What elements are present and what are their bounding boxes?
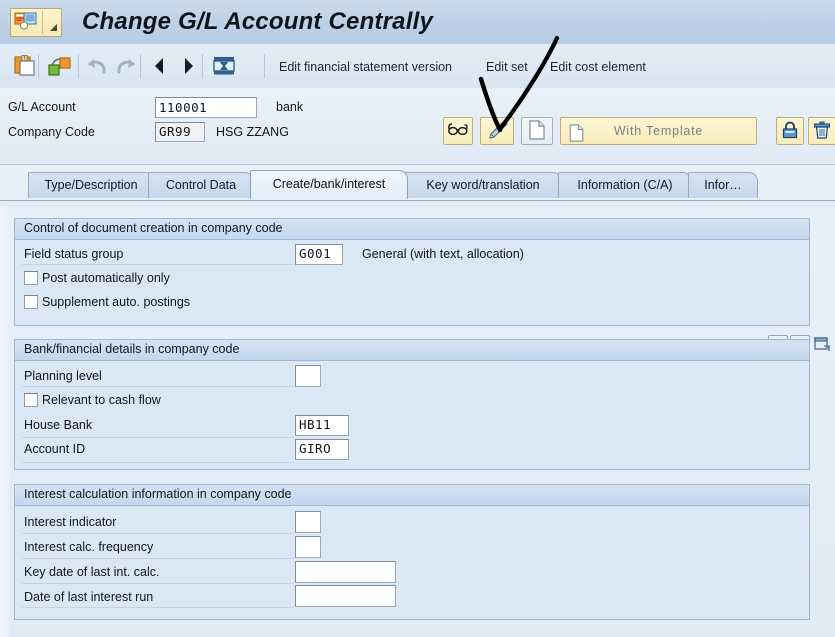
- tab-key-word-translation[interactable]: Key word/translation: [404, 172, 562, 198]
- tab-type-description[interactable]: Type/Description: [28, 172, 154, 198]
- house-bank-input[interactable]: HB11: [295, 415, 349, 436]
- gl-account-description: bank: [276, 100, 304, 114]
- previous-icon[interactable]: [146, 52, 174, 80]
- change-button[interactable]: [480, 117, 514, 145]
- lock-button[interactable]: [776, 117, 804, 145]
- group-title: Bank/financial details in company code: [15, 340, 809, 361]
- tab-list-button[interactable]: [812, 335, 832, 354]
- field-status-group-label: Field status group: [24, 247, 124, 261]
- interest-calc-frequency-label: Interest calc. frequency: [24, 540, 154, 554]
- key-date-last-int-calc-label: Key date of last int. calc.: [24, 565, 160, 579]
- relevant-to-cash-flow-checkbox[interactable]: [24, 393, 38, 407]
- date-last-interest-run-label: Date of last interest run: [24, 590, 154, 604]
- tab-control-data[interactable]: Control Data: [148, 172, 254, 198]
- edit-cost-element-link[interactable]: Edit cost element: [550, 58, 646, 76]
- company-code-label: Company Code: [8, 125, 95, 139]
- print-icon[interactable]: [210, 52, 238, 80]
- planning-level-input[interactable]: [295, 365, 321, 387]
- field-status-group-value: G001: [299, 246, 332, 261]
- row-rule: [22, 607, 294, 608]
- company-code-description: HSG ZZANG: [216, 125, 289, 139]
- sap-gui-window: Change G/L Account Centrally Edit financ…: [0, 0, 835, 637]
- tab-list-icon: [813, 335, 831, 355]
- gl-account-label: G/L Account: [8, 100, 76, 114]
- with-template-button[interactable]: With Template: [560, 117, 757, 145]
- gl-account-input[interactable]: 110001: [155, 97, 257, 118]
- group-title: Interest calculation information in comp…: [15, 485, 809, 506]
- field-status-group-description: General (with text, allocation): [362, 247, 524, 261]
- tab-create-bank-interest[interactable]: Create/bank/interest: [250, 170, 408, 199]
- redo-icon[interactable]: [112, 52, 140, 80]
- find-button[interactable]: [443, 117, 473, 145]
- interest-indicator-input[interactable]: [295, 511, 321, 533]
- trash-icon: [812, 120, 832, 143]
- tab-information-more[interactable]: Infor…: [688, 172, 758, 198]
- spectacles-icon: [447, 122, 469, 141]
- supplement-auto-postings-checkbox[interactable]: [24, 295, 38, 309]
- lock-icon: [780, 120, 800, 143]
- undo-icon[interactable]: [84, 52, 112, 80]
- row-rule: [22, 533, 294, 534]
- document-template-icon: [569, 124, 584, 145]
- toolbar-separator: [140, 54, 141, 78]
- edit-set-link[interactable]: Edit set: [486, 58, 528, 76]
- house-bank-label: House Bank: [24, 418, 93, 432]
- toolbar-separator: [264, 54, 265, 78]
- interest-indicator-label: Interest indicator: [24, 515, 117, 529]
- toolbar-separator: [78, 54, 79, 78]
- dropdown-corner-icon: [50, 24, 57, 31]
- next-icon[interactable]: [174, 52, 202, 80]
- planning-level-label: Planning level: [24, 369, 102, 383]
- field-status-group-input[interactable]: G001: [295, 244, 343, 265]
- content-left-strip: [0, 206, 10, 637]
- sap-system-menu-icon: [14, 11, 38, 35]
- account-id-input[interactable]: GIRO: [295, 439, 349, 460]
- pencil-icon: [485, 119, 509, 144]
- with-template-label: With Template: [613, 124, 704, 138]
- system-menu-button[interactable]: [10, 8, 62, 37]
- check-icon[interactable]: [46, 52, 74, 80]
- key-date-last-int-calc-input[interactable]: [295, 561, 396, 583]
- toolbar-separator: [202, 54, 203, 78]
- group-title: Control of document creation in company …: [15, 219, 809, 240]
- row-rule: [22, 264, 294, 265]
- tab-content-top-border: [0, 200, 835, 207]
- row-rule: [22, 558, 294, 559]
- page-title: Change G/L Account Centrally: [82, 8, 433, 35]
- toolbar-separator: [38, 54, 39, 78]
- relevant-to-cash-flow-label: Relevant to cash flow: [42, 393, 161, 407]
- document-icon: [529, 119, 545, 143]
- create-button[interactable]: [521, 117, 553, 145]
- row-rule: [22, 437, 294, 438]
- delete-button[interactable]: [808, 117, 835, 145]
- row-rule: [22, 462, 294, 463]
- company-code-input[interactable]: GR99: [155, 122, 205, 142]
- date-last-interest-run-input[interactable]: [295, 585, 396, 607]
- interest-calc-frequency-input[interactable]: [295, 536, 321, 558]
- post-automatically-only-label: Post automatically only: [42, 271, 170, 285]
- edit-financial-statement-version-link[interactable]: Edit financial statement version: [279, 58, 452, 76]
- row-rule: [22, 386, 294, 387]
- supplement-auto-postings-label: Supplement auto. postings: [42, 295, 191, 309]
- save-icon[interactable]: [12, 52, 40, 80]
- account-id-label: Account ID: [24, 442, 86, 456]
- system-menu-divider: [42, 11, 43, 34]
- tab-information-ca[interactable]: Information (C/A): [558, 172, 692, 198]
- title-bar: Change G/L Account Centrally: [0, 0, 835, 45]
- row-rule: [22, 583, 294, 584]
- post-automatically-only-checkbox[interactable]: [24, 271, 38, 285]
